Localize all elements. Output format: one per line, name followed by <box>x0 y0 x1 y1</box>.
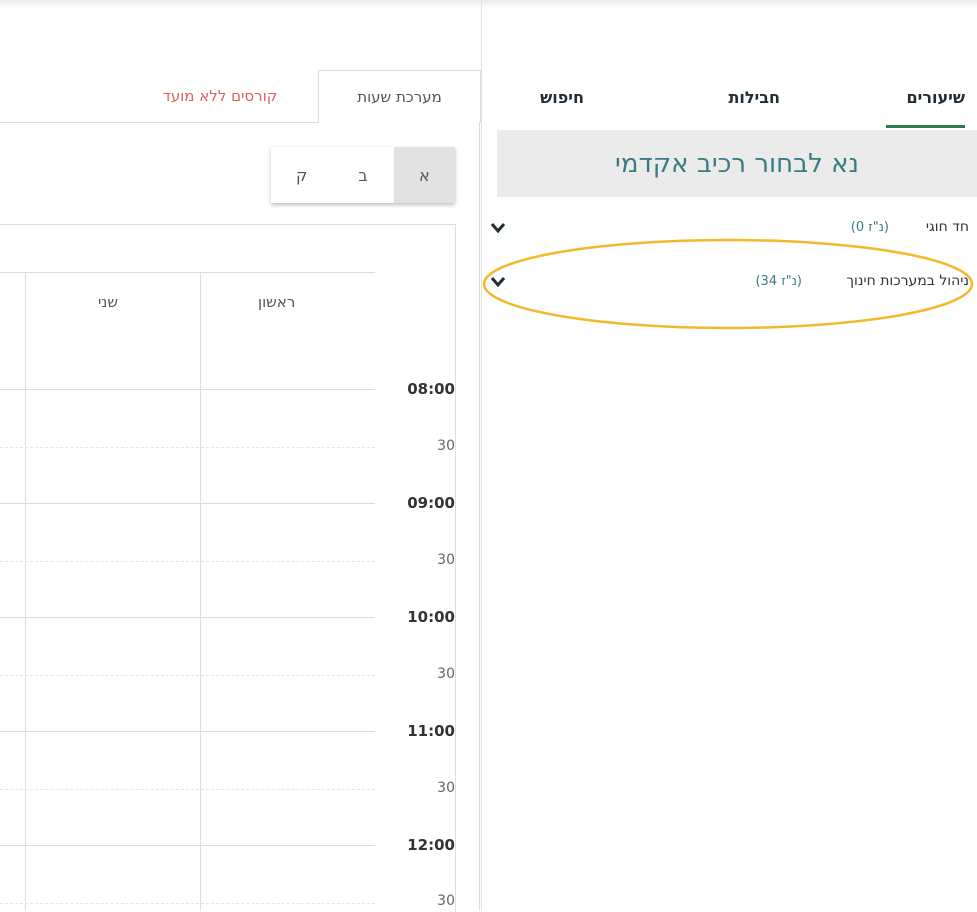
banner-text: נא לבחור רכיב אקדמי <box>615 148 859 179</box>
grid-line-half <box>0 903 375 904</box>
tab-courses-without-date[interactable]: קורסים ללא מועד <box>130 70 310 122</box>
tab-timetable[interactable]: מערכת שעות <box>318 70 481 123</box>
active-tab-indicator <box>886 125 965 128</box>
semester-a-button[interactable]: א <box>393 147 455 203</box>
time-label: 30 <box>437 780 455 796</box>
tab-search[interactable]: חיפוש <box>540 88 584 107</box>
chevron-down-icon[interactable] <box>490 275 506 289</box>
grid-line-hour <box>0 845 375 846</box>
program-name: חד חוגי <box>925 219 969 235</box>
time-label: 12:00 <box>407 836 455 854</box>
program-credits: (34 נ"ז) <box>755 274 802 289</box>
tab-lessons[interactable]: שיעורים <box>907 88 965 107</box>
day-header-sunday: ראשון <box>258 293 296 311</box>
tab-divider <box>0 122 318 123</box>
column-divider <box>25 272 26 911</box>
grid-line-half <box>0 561 375 562</box>
chevron-down-icon[interactable] <box>490 221 506 235</box>
program-row-single-major[interactable]: (0 נ"ז) חד חוגי <box>490 219 977 241</box>
time-label: 30 <box>437 438 455 454</box>
semester-switcher: ק ב א <box>271 147 455 203</box>
program-row-education-management[interactable]: (34 נ"ז) ניהול במערכות חינוך <box>490 273 977 295</box>
program-credits: (0 נ"ז) <box>850 220 889 235</box>
day-header-monday: שני <box>98 293 118 311</box>
time-label: 30 <box>437 893 455 909</box>
grid-line-half <box>0 789 375 790</box>
day-header-divider <box>0 272 375 273</box>
time-label: 11:00 <box>407 722 455 740</box>
semester-b-button[interactable]: ב <box>332 147 393 203</box>
time-label: 09:00 <box>407 494 455 512</box>
academic-component-banner: נא לבחור רכיב אקדמי <box>497 130 977 197</box>
program-name: ניהול במערכות חינוך <box>846 273 969 289</box>
column-divider <box>200 272 201 911</box>
grid-line-hour <box>0 503 375 504</box>
tab-packages[interactable]: חבילות <box>728 88 780 107</box>
panel-border <box>479 122 480 911</box>
time-label: 10:00 <box>407 608 455 626</box>
time-label: 08:00 <box>407 380 455 398</box>
grid-line-hour <box>0 389 375 390</box>
grid-line-hour <box>0 731 375 732</box>
time-label: 30 <box>437 552 455 568</box>
timetable-grid <box>0 224 456 912</box>
semester-k-button[interactable]: ק <box>271 147 332 203</box>
grid-line-hour <box>0 617 375 618</box>
time-label: 30 <box>437 666 455 682</box>
grid-line-half <box>0 447 375 448</box>
grid-line-half <box>0 675 375 676</box>
